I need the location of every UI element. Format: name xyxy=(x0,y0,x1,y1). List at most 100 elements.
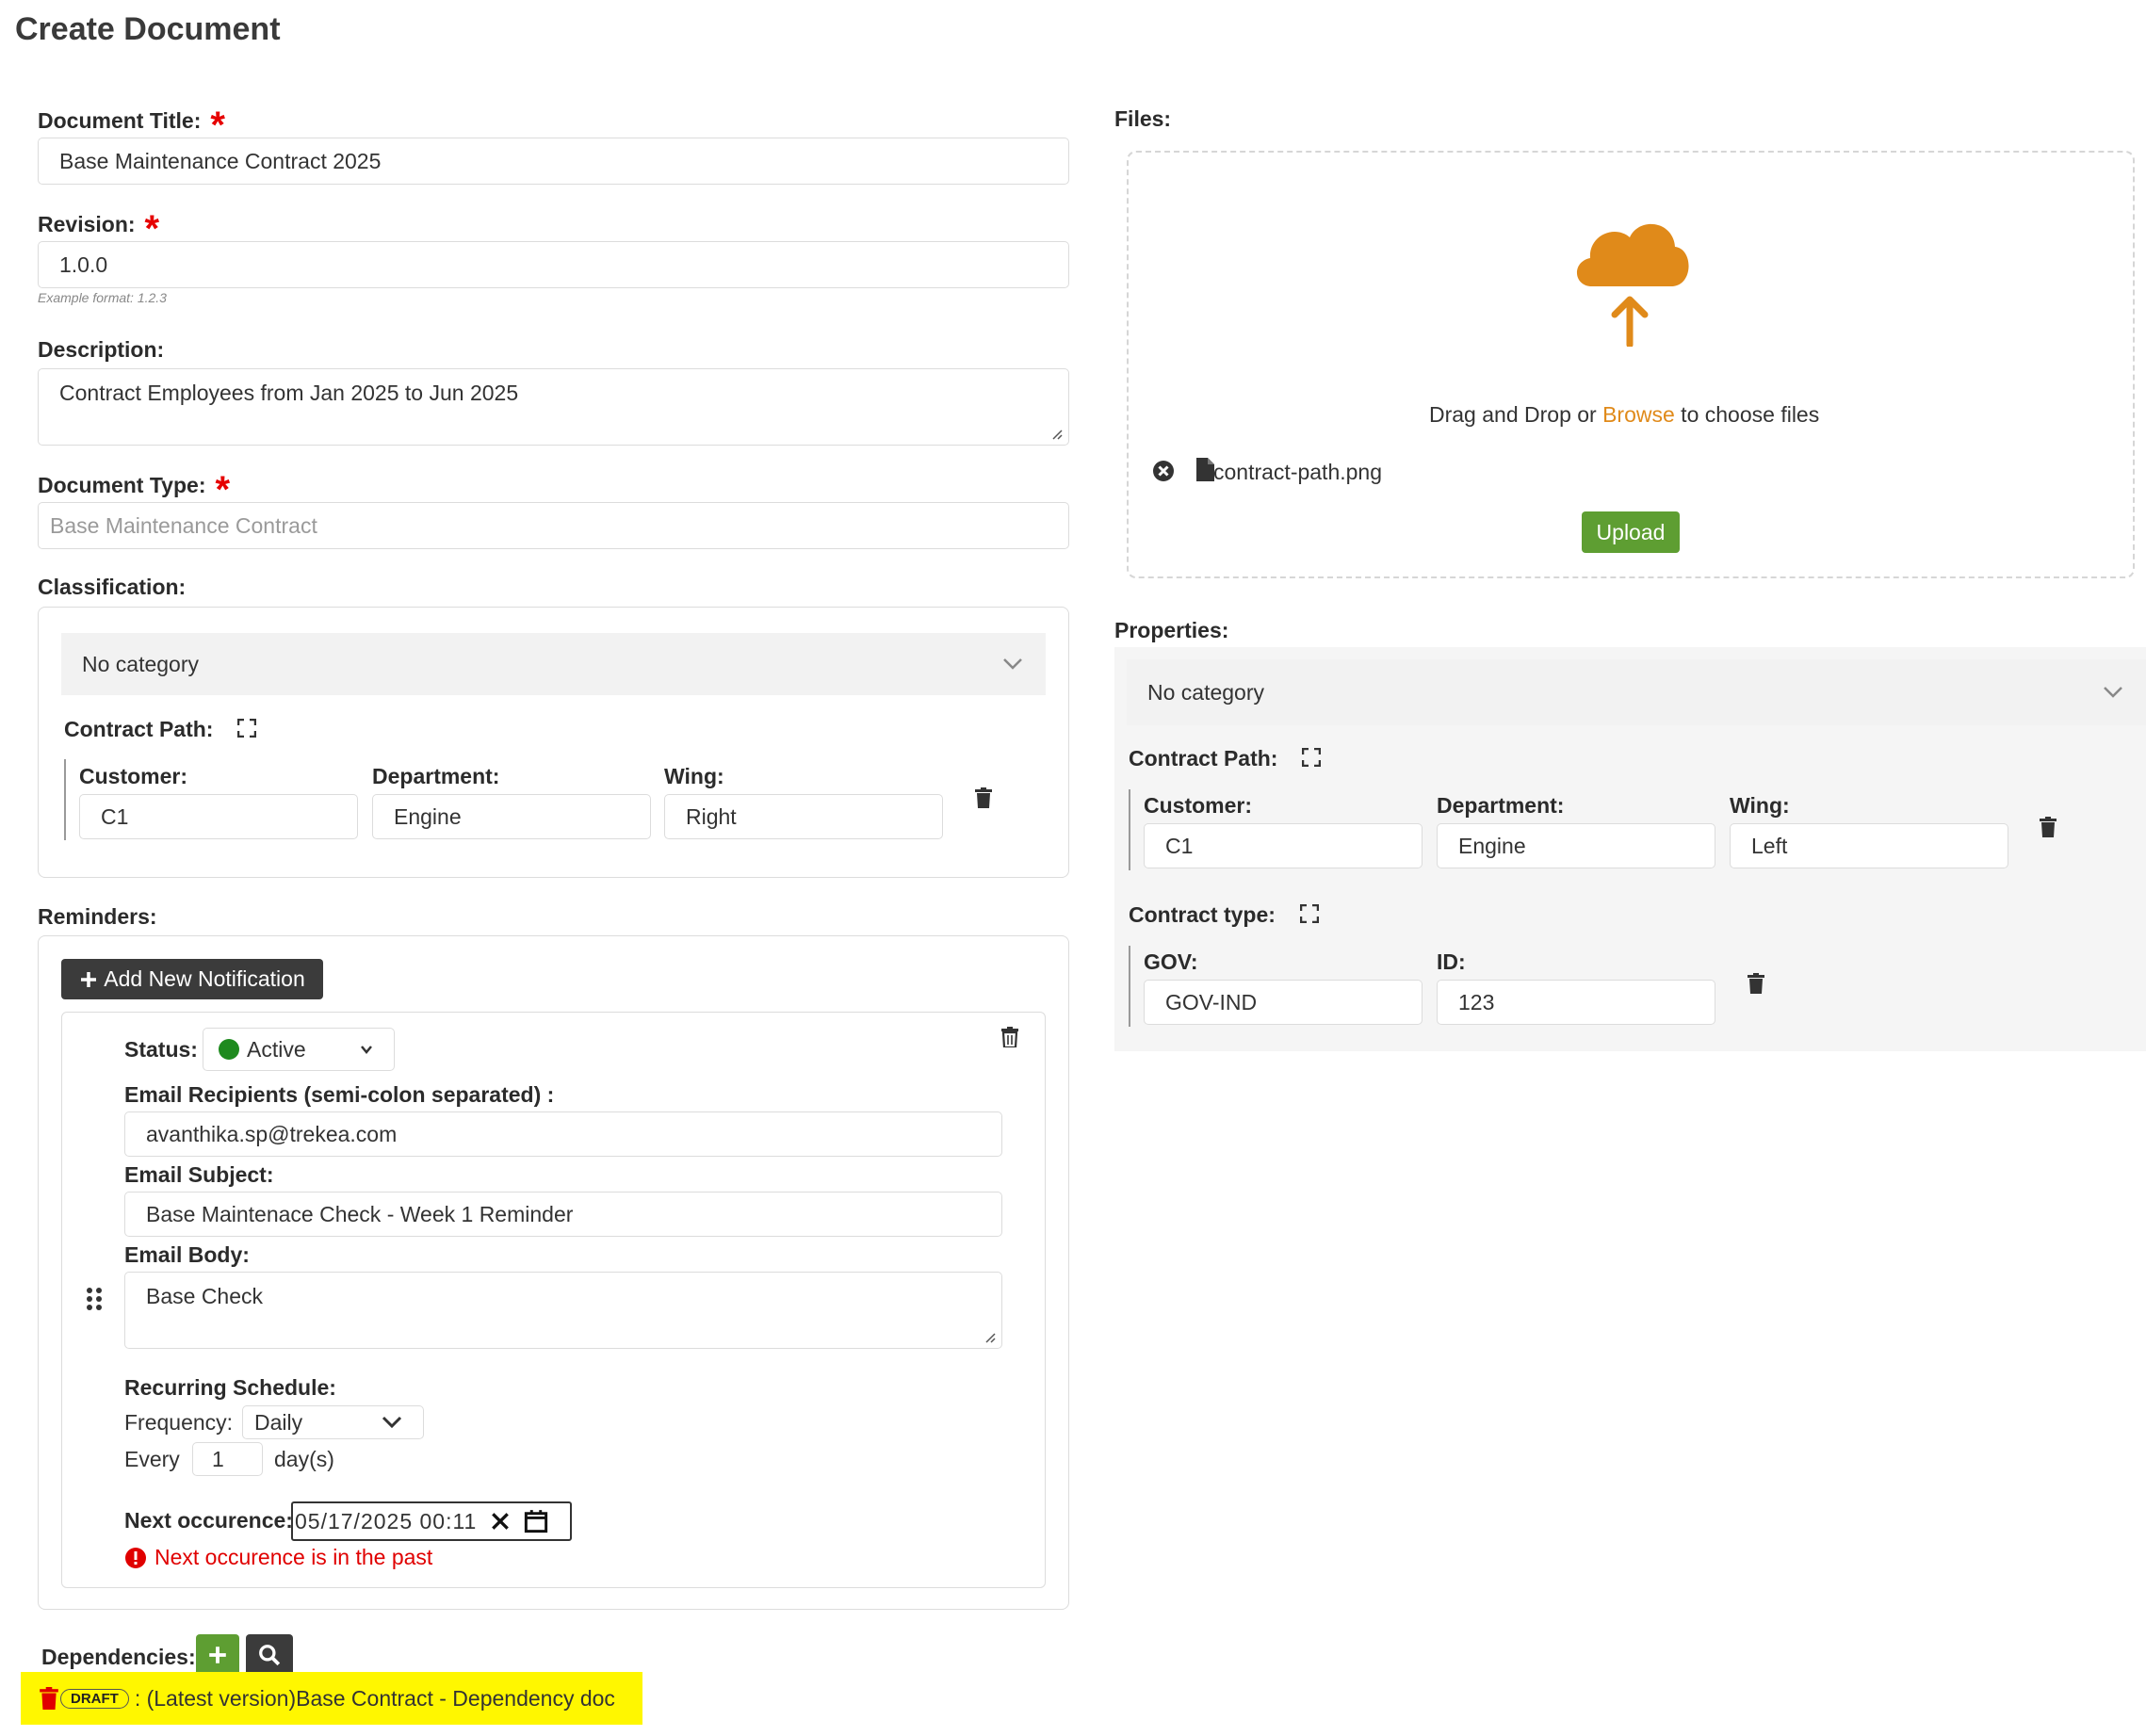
description-text: Contract Employees from Jan 2025 to Jun … xyxy=(59,381,519,405)
expand-icon[interactable] xyxy=(1302,748,1321,767)
dropzone-text: Drag and Drop or Browse to choose files xyxy=(1429,402,1819,428)
trash-icon[interactable] xyxy=(40,1687,58,1710)
properties-wing-input[interactable]: Left xyxy=(1730,823,2008,868)
next-occurence-label: Next occurence: xyxy=(124,1508,293,1533)
body-label: Email Body: xyxy=(124,1242,250,1267)
chevron-down-icon xyxy=(1003,658,1022,670)
status-dot xyxy=(219,1039,239,1060)
contract-type-label: Contract type: xyxy=(1129,902,1276,927)
schedule-label: Recurring Schedule: xyxy=(124,1375,336,1400)
department-label: Department: xyxy=(372,764,500,788)
chevron-down-icon xyxy=(361,1046,372,1054)
customer-label: Customer: xyxy=(79,764,188,788)
trash-icon[interactable] xyxy=(975,787,992,808)
description-textarea[interactable]: Contract Employees from Jan 2025 to Jun … xyxy=(38,368,1069,446)
search-dependency-button[interactable] xyxy=(246,1634,293,1676)
body-text: Base Check xyxy=(146,1284,264,1308)
description-label: Description: xyxy=(38,337,165,362)
dropzone-prefix: Drag and Drop or xyxy=(1429,402,1603,427)
classification-label: Classification: xyxy=(38,575,187,599)
classification-category-value: No category xyxy=(82,651,200,676)
recipients-label: Email Recipients (semi-colon separated) … xyxy=(124,1082,555,1107)
revision-label: Revision: * xyxy=(38,210,159,248)
subject-label: Email Subject: xyxy=(124,1162,274,1187)
gov-label: GOV: xyxy=(1144,949,1198,974)
files-label: Files: xyxy=(1114,106,1172,131)
chevron-down-icon xyxy=(2104,687,2122,698)
add-notification-label: Add New Notification xyxy=(104,966,305,991)
file-name: contract-path.png xyxy=(1213,460,1383,484)
properties-category-value: No category xyxy=(1147,679,1265,705)
properties-contract-path-label: Contract Path: xyxy=(1129,746,1278,771)
resize-handle-icon[interactable] xyxy=(984,1332,996,1343)
next-occurence-value: 05/17/2025 00:11 xyxy=(295,1508,478,1533)
customer-input[interactable]: C1 xyxy=(79,794,358,839)
error-icon xyxy=(125,1547,146,1568)
next-occurence-error-text: Next occurence is in the past xyxy=(154,1545,433,1569)
subject-input[interactable]: Base Maintenace Check - Week 1 Reminder xyxy=(124,1192,1002,1237)
document-type-input[interactable]: Base Maintenance Contract xyxy=(38,502,1069,549)
wing-input[interactable]: Right xyxy=(664,794,943,839)
revision-hint: Example format: 1.2.3 xyxy=(38,290,167,305)
every-label: Every xyxy=(124,1447,180,1471)
dependencies-label: Dependencies: xyxy=(41,1645,196,1669)
add-notification-button[interactable]: Add New Notification xyxy=(61,959,323,999)
remove-file-icon[interactable] xyxy=(1152,460,1175,482)
next-occurence-input[interactable]: 05/17/2025 00:11 xyxy=(291,1501,572,1541)
trash-icon[interactable] xyxy=(2040,817,2057,837)
id-input[interactable]: 123 xyxy=(1437,980,1715,1025)
recipients-input[interactable]: avanthika.sp@trekea.com xyxy=(124,1111,1002,1157)
properties-department-label: Department: xyxy=(1437,793,1565,818)
every-unit: day(s) xyxy=(274,1447,334,1471)
contract-path-label: Contract Path: xyxy=(64,717,214,741)
drag-handle-icon[interactable] xyxy=(86,1287,103,1311)
page-title: Create Document xyxy=(15,11,281,47)
expand-icon[interactable] xyxy=(1300,904,1319,923)
resize-handle-icon[interactable] xyxy=(1051,429,1063,440)
properties-customer-input[interactable]: C1 xyxy=(1144,823,1423,868)
frequency-select[interactable]: Daily xyxy=(242,1405,424,1439)
document-type-label: Document Type: * xyxy=(38,471,230,509)
properties-path-bar xyxy=(1129,789,1130,870)
plus-icon xyxy=(81,971,97,987)
dependency-item: DRAFT : (Latest version)Base Contract - … xyxy=(21,1672,642,1725)
next-occurence-error: Next occurence is in the past xyxy=(124,1545,432,1570)
revision-input[interactable]: 1.0.0 xyxy=(38,241,1069,288)
wing-label: Wing: xyxy=(664,764,724,788)
status-value: Active xyxy=(247,1036,306,1062)
properties-wing-label: Wing: xyxy=(1730,793,1790,818)
clear-icon[interactable] xyxy=(490,1511,511,1532)
gov-input[interactable]: GOV-IND xyxy=(1144,980,1423,1025)
trash-icon[interactable] xyxy=(1001,1027,1018,1047)
upload-button[interactable]: Upload xyxy=(1582,511,1680,553)
properties-customer-label: Customer: xyxy=(1144,793,1253,818)
dropzone-suffix: to choose files xyxy=(1674,402,1820,427)
expand-icon[interactable] xyxy=(237,719,256,738)
dependency-link[interactable]: : (Latest version)Base Contract - Depend… xyxy=(135,1686,615,1712)
document-title-label: Document Title: * xyxy=(38,106,225,144)
draft-badge: DRAFT xyxy=(60,1688,129,1709)
contract-type-bar xyxy=(1129,946,1130,1027)
browse-link[interactable]: Browse xyxy=(1602,402,1675,427)
path-group-bar xyxy=(64,759,66,840)
trash-icon[interactable] xyxy=(1748,973,1764,994)
every-input[interactable]: 1 xyxy=(192,1442,263,1476)
calendar-icon[interactable] xyxy=(524,1509,548,1533)
cloud-upload-icon xyxy=(1576,223,1689,347)
status-select[interactable]: Active xyxy=(203,1028,395,1071)
add-dependency-button[interactable] xyxy=(196,1634,239,1676)
classification-category-select[interactable]: No category xyxy=(61,633,1046,695)
search-icon xyxy=(259,1645,281,1666)
properties-category-select[interactable]: No category xyxy=(1127,659,2146,725)
plus-icon xyxy=(209,1647,226,1663)
department-input[interactable]: Engine xyxy=(372,794,651,839)
properties-department-input[interactable]: Engine xyxy=(1437,823,1715,868)
frequency-label: Frequency: xyxy=(124,1410,234,1435)
chevron-down-icon xyxy=(382,1416,402,1429)
status-label: Status: xyxy=(124,1037,198,1062)
document-title-label-text: Document Title: xyxy=(38,108,202,133)
reminders-label: Reminders: xyxy=(38,904,157,929)
body-textarea[interactable]: Base Check xyxy=(124,1272,1002,1349)
file-icon xyxy=(1196,458,1214,481)
document-title-input[interactable]: Base Maintenance Contract 2025 xyxy=(38,138,1069,185)
